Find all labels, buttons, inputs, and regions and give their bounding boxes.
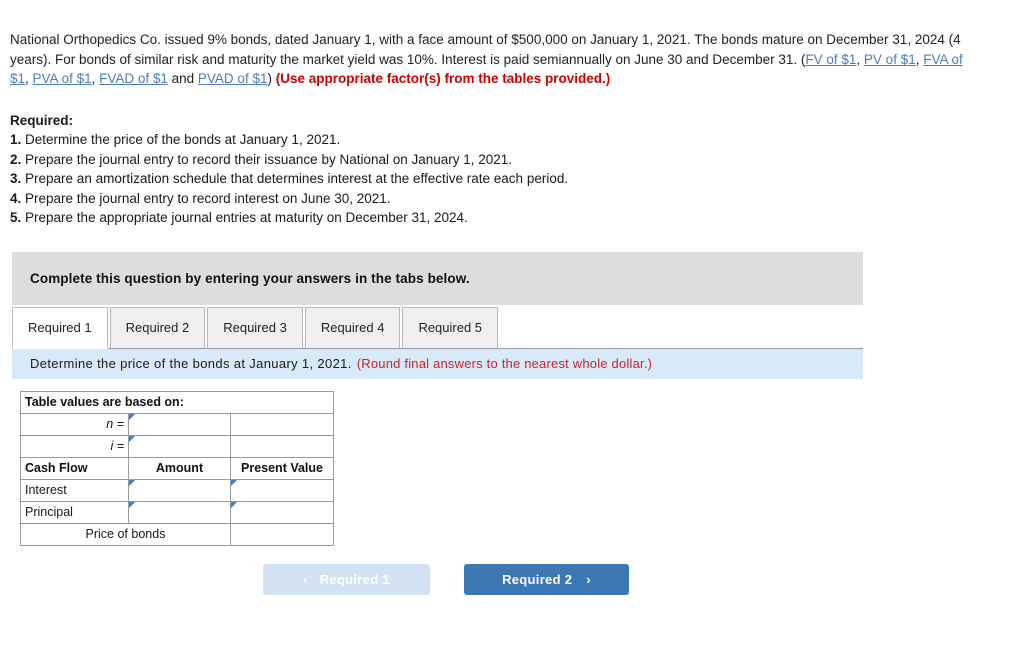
- i-input-cell[interactable]: [128, 434, 231, 458]
- tab-required-3[interactable]: Required 3: [207, 306, 303, 349]
- table-row: Interest: [20, 478, 334, 502]
- required-item-1-text: Determine the price of the bonds at Janu…: [25, 132, 341, 147]
- previous-requirement-button[interactable]: ‹ Required 1: [263, 563, 430, 595]
- cell-marker-icon: [231, 501, 237, 508]
- link-fvad-of-1[interactable]: FVAD of $1: [99, 71, 168, 86]
- required-heading: Required:: [10, 112, 74, 128]
- cell-marker-icon: [129, 413, 135, 420]
- required-item-4-text: Prepare the journal entry to record inte…: [25, 190, 391, 206]
- complete-question-banner: Complete this question by entering your …: [12, 251, 863, 305]
- link-pv-of-1[interactable]: PV of $1: [864, 52, 916, 67]
- separator-1: ,: [856, 51, 864, 67]
- i-row-empty-cell: [230, 434, 334, 458]
- previous-requirement-label: Required 1: [319, 571, 390, 587]
- cell-marker-icon: [129, 501, 135, 508]
- tab-required-2-label: Required 2: [125, 320, 190, 335]
- i-input[interactable]: [133, 435, 226, 457]
- complete-question-banner-text: Complete this question by entering your …: [30, 270, 470, 286]
- principal-present-value-input[interactable]: [235, 501, 329, 523]
- problem-statement: National Orthopedics Co. issued 9% bonds…: [10, 30, 970, 89]
- table-row-n: n =: [20, 412, 334, 436]
- next-requirement-button[interactable]: Required 2 ›: [464, 563, 629, 595]
- required-item-2-text: Prepare the journal entry to record thei…: [25, 151, 513, 167]
- row-label-interest: Interest: [20, 478, 129, 502]
- interest-present-value-cell[interactable]: [230, 478, 334, 502]
- tab-required-4-label: Required 4: [320, 320, 385, 335]
- requirement-tabs-container: Required 1 Required 2 Required 3 Require…: [12, 305, 863, 349]
- navigation-buttons: ‹ Required 1 Required 2 ›: [10, 563, 1023, 595]
- question-page: National Orthopedics Co. issued 9% bonds…: [0, 0, 1033, 595]
- tab-required-2[interactable]: Required 2: [109, 306, 206, 349]
- use-factors-note: (Use appropriate factor(s) from the tabl…: [275, 71, 611, 86]
- required-item-5-number: 5.: [10, 210, 22, 225]
- required-item-5-text: Prepare the appropriate journal entries …: [25, 210, 468, 225]
- chevron-right-icon: ›: [586, 571, 591, 587]
- tab-required-5[interactable]: Required 5: [402, 306, 499, 349]
- bond-price-table: Table values are based on: n = i = Cash …: [20, 390, 334, 546]
- table-row-title: Table values are based on:: [20, 390, 334, 414]
- n-input-cell[interactable]: [128, 412, 231, 436]
- column-header-cash-flow: Cash Flow: [20, 456, 129, 480]
- cell-marker-icon: [129, 479, 135, 486]
- price-of-bonds-input[interactable]: [235, 523, 329, 545]
- required-item-4-number: 4.: [10, 190, 22, 206]
- column-header-present-value: Present Value: [230, 456, 334, 480]
- tab-required-5-label: Required 5: [418, 320, 483, 335]
- n-row-empty-cell: [230, 412, 334, 436]
- i-label: i =: [20, 434, 129, 458]
- required-list: Required: 1. Determine the price of the …: [10, 111, 1023, 228]
- table-row-i: i =: [20, 434, 334, 458]
- n-input[interactable]: [133, 413, 226, 435]
- principal-amount-input[interactable]: [133, 501, 226, 523]
- link-pvad-of-1[interactable]: PVAD of $1: [198, 71, 268, 86]
- separator-3: ,: [25, 71, 33, 86]
- price-of-bonds-cell[interactable]: [230, 522, 334, 546]
- interest-amount-input[interactable]: [133, 479, 226, 501]
- interest-present-value-input[interactable]: [235, 479, 329, 501]
- tab-required-4[interactable]: Required 4: [304, 306, 401, 349]
- row-label-principal: Principal: [20, 500, 129, 524]
- required-item-3-text: Prepare an amortization schedule that de…: [25, 171, 569, 186]
- principal-present-value-cell[interactable]: [230, 500, 334, 524]
- requirement-tabs: Required 1 Required 2 Required 3 Require…: [12, 305, 863, 349]
- tab-required-1[interactable]: Required 1: [12, 306, 108, 349]
- required-item-2-number: 2.: [10, 151, 22, 167]
- instruction-bar: Determine the price of the bonds at Janu…: [12, 348, 863, 379]
- required-item-1-number: 1.: [10, 132, 22, 147]
- separator-6: ): [267, 71, 276, 86]
- link-pva-of-1[interactable]: PVA of $1: [33, 71, 92, 86]
- table-header-row: Cash Flow Amount Present Value: [20, 456, 334, 480]
- required-item-2: 2. Prepare the journal entry to record t…: [10, 150, 1023, 170]
- interest-amount-cell[interactable]: [128, 478, 231, 502]
- required-item-3-number: 3.: [10, 171, 22, 186]
- chevron-left-icon: ‹: [303, 571, 308, 587]
- cell-marker-icon: [231, 479, 237, 486]
- separator-4: ,: [91, 71, 100, 86]
- answer-table-container: Table values are based on: n = i = Cash …: [20, 390, 1023, 546]
- tab-required-1-label: Required 1: [28, 320, 92, 335]
- instruction-text: Determine the price of the bonds at Janu…: [30, 356, 352, 371]
- cell-marker-icon: [129, 435, 135, 442]
- required-item-3: 3. Prepare an amortization schedule that…: [10, 169, 1023, 189]
- link-fv-of-1[interactable]: FV of $1: [805, 52, 856, 67]
- principal-amount-cell[interactable]: [128, 500, 231, 524]
- next-requirement-label: Required 2: [502, 571, 573, 587]
- instruction-rounding-note: (Round final answers to the nearest whol…: [356, 356, 653, 371]
- separator-5: and: [167, 71, 198, 86]
- tab-required-3-label: Required 3: [223, 320, 287, 335]
- required-item-5: 5. Prepare the appropriate journal entri…: [10, 208, 1023, 228]
- required-item-4: 4. Prepare the journal entry to record i…: [10, 189, 1023, 209]
- n-label: n =: [20, 412, 129, 436]
- required-item-1: 1. Determine the price of the bonds at J…: [10, 130, 1023, 150]
- table-row: Principal: [20, 500, 334, 524]
- row-label-price-of-bonds: Price of bonds: [20, 522, 231, 546]
- table-row-total: Price of bonds: [20, 522, 334, 546]
- column-header-amount: Amount: [128, 456, 231, 480]
- table-values-based-on-header: Table values are based on:: [20, 390, 334, 414]
